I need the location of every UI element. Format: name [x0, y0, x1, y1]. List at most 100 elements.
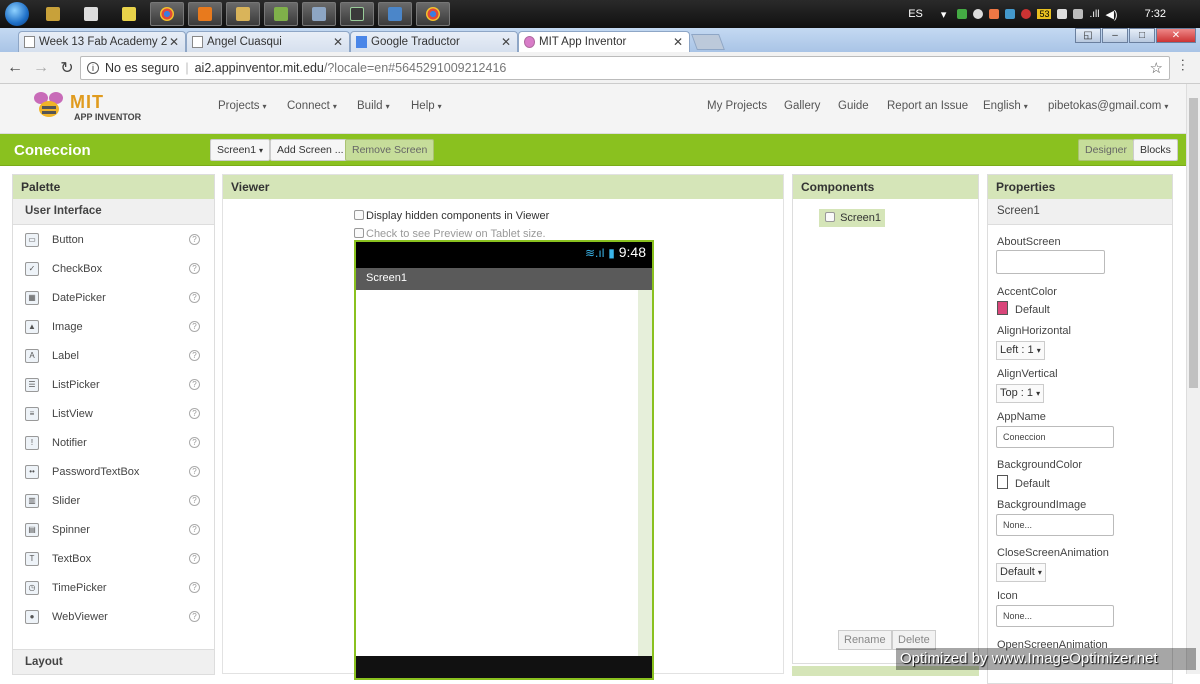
maximize-icon[interactable]: □ [1129, 28, 1155, 43]
palette-item-listpicker[interactable]: ☰ ListPicker? [13, 370, 214, 399]
tab-google-traductor[interactable]: Google Traductor ✕ [350, 31, 518, 52]
palette-item-spinner[interactable]: ▤ Spinner? [13, 515, 214, 544]
language-menu[interactable]: English ▾ [983, 100, 1028, 112]
palette-item-button[interactable]: ▭ Button? [13, 225, 214, 254]
help-icon[interactable]: ? [189, 582, 200, 593]
start-button[interactable] [0, 0, 34, 28]
reload-icon[interactable]: ↻ [56, 58, 78, 78]
palette-item-textbox[interactable]: T TextBox? [13, 544, 214, 573]
back-arrow-icon[interactable]: ← [4, 59, 26, 77]
help-icon[interactable]: ? [189, 234, 200, 245]
scrollbar-thumb[interactable] [1189, 98, 1198, 388]
palette-item-slider[interactable]: ▥ Slider? [13, 486, 214, 515]
help-icon[interactable]: ? [189, 263, 200, 274]
prop-alignv-dropdown[interactable]: Top : 1 ▾ [996, 384, 1045, 403]
taskbar-app-files[interactable] [226, 2, 260, 26]
browser-menu-icon[interactable]: ··· [1176, 58, 1192, 72]
taskbar-app-display[interactable] [378, 2, 412, 26]
tab-week13[interactable]: Week 13 Fab Academy 2 ✕ [18, 31, 186, 52]
taskbar-app-tools[interactable] [36, 2, 70, 26]
tray-expand-icon[interactable]: ▾ [941, 8, 947, 21]
link-report-issue[interactable]: Report an Issue [887, 100, 968, 112]
hidden-components-option[interactable]: Display hidden components in Viewer [354, 210, 549, 222]
prop-closeanim-dropdown[interactable]: Default ▾ [996, 563, 1046, 582]
close-icon[interactable]: ✕ [673, 35, 683, 49]
palette-item-listview[interactable]: ≡ ListView? [13, 399, 214, 428]
window-close-icon[interactable]: ✕ [1156, 28, 1196, 43]
cloud-icon[interactable] [973, 9, 984, 19]
link-my-projects[interactable]: My Projects [707, 100, 767, 112]
palette-item-image[interactable]: ▲ Image? [13, 312, 214, 341]
blocks-button[interactable]: Blocks [1133, 139, 1178, 161]
palette-section-user-interface[interactable]: User Interface [13, 199, 214, 225]
prop-alignh-dropdown[interactable]: Left : 1 ▾ [996, 341, 1045, 360]
bookmark-star-icon[interactable]: ☆ [1150, 59, 1163, 77]
menu-projects[interactable]: Projects ▾ [218, 100, 267, 112]
info-icon[interactable]: i [87, 62, 99, 74]
palette-item-datepicker[interactable]: ▦ DatePicker? [13, 283, 214, 312]
help-icon[interactable]: ? [189, 466, 200, 477]
hidden-components-checkbox[interactable] [354, 210, 364, 220]
palette-item-notifier[interactable]: ! Notifier? [13, 428, 214, 457]
add-screen-button[interactable]: Add Screen ... [270, 139, 351, 161]
phone-screen-title[interactable]: Screen1 [356, 268, 652, 290]
help-icon[interactable]: ? [189, 524, 200, 535]
tab-mit-app-inventor[interactable]: MIT App Inventor ✕ [518, 31, 690, 52]
remove-screen-button[interactable]: Remove Screen [345, 139, 435, 161]
restore-icon[interactable]: ◱ [1075, 28, 1101, 43]
help-icon[interactable]: ? [189, 495, 200, 506]
prop-bgimage-picker[interactable]: None... [996, 514, 1114, 536]
taskbar-app-chrome[interactable] [150, 2, 184, 26]
link-gallery[interactable]: Gallery [784, 100, 820, 112]
volume-icon[interactable]: ◀) [1105, 8, 1117, 21]
palette-section-layout[interactable]: Layout [12, 649, 215, 675]
prop-appname-input[interactable]: Coneccion [996, 426, 1114, 448]
tray-badge[interactable]: 53 [1037, 9, 1052, 19]
clock[interactable]: 7:32 [1145, 8, 1166, 20]
menu-help[interactable]: Help ▾ [411, 100, 442, 112]
network-app-icon[interactable] [1005, 9, 1016, 19]
palette-item-label[interactable]: A Label? [13, 341, 214, 370]
prop-bgcolor-value[interactable]: Default [997, 475, 1050, 490]
screen-select-dropdown[interactable]: Screen1 ▾ [210, 139, 271, 161]
taskbar-app-browser[interactable] [302, 2, 336, 26]
forward-arrow-icon[interactable]: → [30, 59, 52, 77]
taskbar-app-media[interactable] [188, 2, 222, 26]
taskbar-app-chrome-2[interactable] [416, 2, 450, 26]
taskbar-app-calculator[interactable] [74, 2, 108, 26]
battery-icon[interactable] [1073, 9, 1084, 19]
tablet-preview-checkbox[interactable] [354, 228, 364, 238]
taskbar-app-terminal[interactable] [340, 2, 374, 26]
minimize-icon[interactable]: – [1102, 28, 1128, 43]
help-icon[interactable]: ? [189, 437, 200, 448]
language-indicator[interactable]: ES [908, 8, 923, 20]
delete-button[interactable]: Delete [892, 630, 936, 650]
help-icon[interactable]: ? [189, 408, 200, 419]
tray-app-icon[interactable] [957, 9, 968, 19]
palette-item-webviewer[interactable]: ● WebViewer? [13, 602, 214, 631]
prop-accent-value[interactable]: Default [997, 301, 1050, 316]
new-tab-button[interactable] [691, 34, 725, 50]
help-icon[interactable]: ? [189, 321, 200, 332]
tab-angel[interactable]: Angel Cuasqui ✕ [186, 31, 350, 52]
menu-connect[interactable]: Connect ▾ [287, 100, 337, 112]
mit-app-inventor-logo[interactable]: MIT APP INVENTOR [32, 88, 152, 128]
link-guide[interactable]: Guide [838, 100, 869, 112]
rename-button[interactable]: Rename [838, 630, 892, 650]
prop-about-textarea[interactable] [996, 250, 1105, 274]
antivirus-icon[interactable] [1021, 9, 1032, 19]
help-icon[interactable]: ? [189, 611, 200, 622]
signal-icon[interactable]: .ıll [1089, 9, 1099, 20]
tablet-preview-option[interactable]: Check to see Preview on Tablet size. [354, 228, 546, 240]
help-icon[interactable]: ? [189, 553, 200, 564]
close-icon[interactable]: ✕ [501, 35, 511, 49]
page-scrollbar[interactable] [1186, 84, 1200, 674]
account-menu[interactable]: pibetokas@gmail.com ▾ [1048, 100, 1168, 112]
address-bar[interactable]: i No es seguro | ai2.appinventor.mit.edu… [80, 56, 1170, 80]
palette-item-checkbox[interactable]: ✓ CheckBox? [13, 254, 214, 283]
taskbar-app-notebook[interactable] [112, 2, 146, 26]
help-icon[interactable]: ? [189, 292, 200, 303]
palette-item-passwordtextbox[interactable]: •• PasswordTextBox? [13, 457, 214, 486]
close-icon[interactable]: ✕ [333, 35, 343, 49]
component-tree-screen1[interactable]: Screen1 [819, 209, 886, 227]
